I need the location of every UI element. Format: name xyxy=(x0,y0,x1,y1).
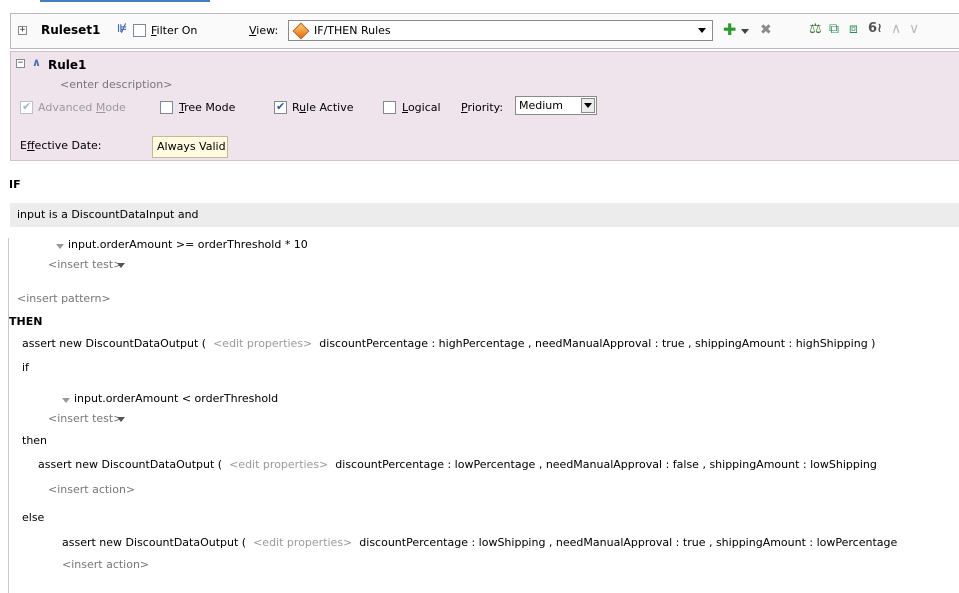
add-icon[interactable]: ✚ xyxy=(723,22,736,38)
paste-icon[interactable]: ⧈ xyxy=(849,22,858,36)
add-menu-chevron-icon[interactable] xyxy=(741,29,749,34)
rule-chevron-up-icon[interactable]: ∧ xyxy=(32,56,41,69)
if-action-insert-test[interactable]: <insert test> xyxy=(48,412,122,425)
rule-view-diamond-icon xyxy=(292,22,310,40)
rule-description-placeholder[interactable]: <enter description> xyxy=(60,78,172,91)
if-keyword: IF xyxy=(9,178,21,191)
edit-properties-link[interactable]: <edit properties> xyxy=(253,536,352,549)
ruleset-expand-icon[interactable]: + xyxy=(18,26,27,35)
priority-select-value: Medium xyxy=(519,99,563,112)
view-select[interactable]: IF/THEN Rules xyxy=(288,20,713,41)
logical-checkbox[interactable] xyxy=(383,101,396,114)
insert-test-chevron-icon[interactable] xyxy=(117,417,125,422)
else-branch-insert-action[interactable]: <insert action> xyxy=(62,558,149,571)
rule-name[interactable]: Rule1 xyxy=(48,58,86,72)
tree-mode-checkbox[interactable] xyxy=(160,101,173,114)
advanced-mode-checkbox[interactable] xyxy=(20,100,33,114)
edit-properties-link[interactable]: <edit properties> xyxy=(229,458,328,471)
chevron-down-icon[interactable] xyxy=(698,28,706,33)
view-select-value: IF/THEN Rules xyxy=(314,24,391,37)
then-branch-keyword: then xyxy=(22,434,48,447)
rule-active-checkbox[interactable] xyxy=(274,100,287,114)
move-up-icon[interactable]: ∧ xyxy=(891,22,901,36)
tree-icon[interactable]: ⚖ xyxy=(809,22,822,36)
advanced-mode-label: Advanced Mode xyxy=(38,101,126,114)
move-down-icon[interactable]: ∨ xyxy=(909,22,919,36)
chevron-down-icon xyxy=(584,103,592,108)
rule-collapse-icon[interactable]: − xyxy=(16,59,25,68)
logical-label[interactable]: Logical xyxy=(402,101,441,114)
insert-test-chevron-icon[interactable] xyxy=(117,263,125,268)
effective-date-field[interactable]: Always Valid xyxy=(152,136,228,158)
glasses-icon[interactable]: 6≀ xyxy=(868,22,882,36)
effective-date-label: Effective Date: xyxy=(20,139,102,152)
left-gutter-line xyxy=(8,238,9,593)
test-collapse-icon[interactable] xyxy=(62,398,70,403)
if-test-expression[interactable]: input.orderAmount >= orderThreshold * 10 xyxy=(68,238,308,251)
edit-properties-link[interactable]: <edit properties> xyxy=(213,337,312,350)
insert-pattern[interactable]: <insert pattern> xyxy=(17,292,111,305)
else-branch-keyword: else xyxy=(22,511,45,524)
then-branch-insert-action[interactable]: <insert action> xyxy=(48,483,135,496)
ruleset-collapse-chevron-icon[interactable]: ⊯ xyxy=(117,22,127,35)
then-assert-action[interactable]: assert new DiscountDataOutput ( <edit pr… xyxy=(22,337,875,350)
ruleset-toolbar: + Ruleset1 ⊯ Filter On View: IF/THEN Rul… xyxy=(10,13,959,49)
view-label: View: xyxy=(249,24,279,37)
copy-icon[interactable]: ⧉ xyxy=(829,22,839,36)
filter-on-checkbox[interactable] xyxy=(133,24,146,37)
else-branch-assert[interactable]: assert new DiscountDataOutput ( <edit pr… xyxy=(62,536,897,549)
ruleset-name[interactable]: Ruleset1 xyxy=(41,23,100,37)
top-accent-line xyxy=(40,0,210,2)
tree-mode-label[interactable]: Tree Mode xyxy=(179,101,235,114)
then-branch-assert[interactable]: assert new DiscountDataOutput ( <edit pr… xyxy=(38,458,877,471)
if-insert-test[interactable]: <insert test> xyxy=(48,258,122,271)
priority-label: Priority: xyxy=(461,101,504,114)
filter-on-label[interactable]: Filter On xyxy=(151,24,197,37)
test-collapse-icon[interactable] xyxy=(56,244,64,249)
delete-icon[interactable]: ✖ xyxy=(760,23,772,37)
if-action-test[interactable]: input.orderAmount < orderThreshold xyxy=(74,392,278,405)
if-action-keyword: if xyxy=(22,361,29,374)
priority-select[interactable]: Medium xyxy=(515,96,597,115)
if-pattern[interactable]: input is a DiscountDataInput and xyxy=(17,208,199,221)
then-keyword: THEN xyxy=(9,315,43,328)
priority-dropdown-button[interactable] xyxy=(581,98,595,113)
rule-active-label[interactable]: Rule Active xyxy=(292,101,354,114)
